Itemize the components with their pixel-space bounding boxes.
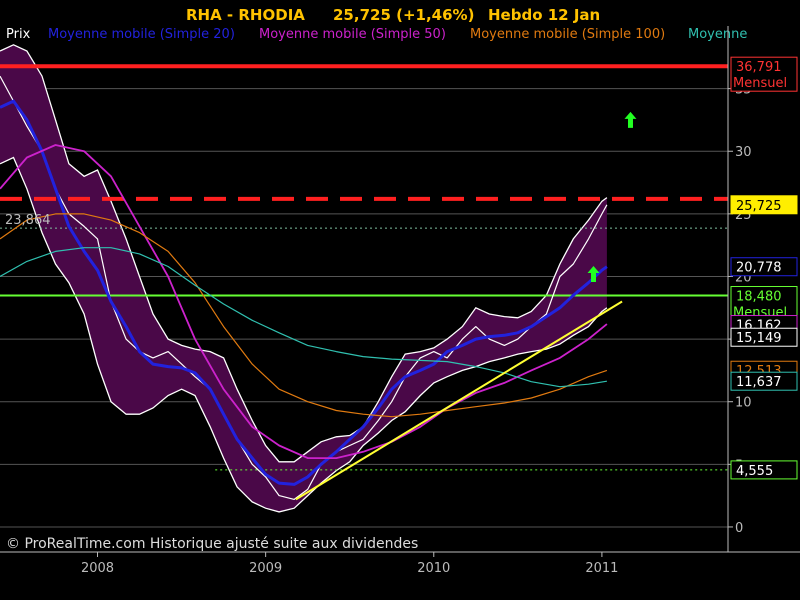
y-tick-label: 30 bbox=[735, 145, 752, 160]
price-change: 25,725 (+1,46%) bbox=[333, 6, 474, 24]
price-label-value: 25,725 bbox=[736, 199, 782, 214]
y-tick-label: 10 bbox=[735, 396, 752, 411]
price-label-sub: Mensuel bbox=[733, 76, 787, 91]
x-tick-label: 2009 bbox=[249, 561, 282, 576]
price-label-value: 4,555 bbox=[736, 464, 773, 479]
legend: Prix Moyenne mobile (Simple 20) Moyenne … bbox=[6, 27, 747, 42]
x-tick-label: 2008 bbox=[81, 561, 114, 576]
chart-title: RHA - RHODIA bbox=[186, 6, 305, 24]
left-annotation: 23,864 bbox=[5, 213, 51, 228]
chart-window: RHA - RHODIA 25,725 (+1,46%) Hebdo 12 Ja… bbox=[0, 0, 800, 600]
price-chart: RHA - RHODIA 25,725 (+1,46%) Hebdo 12 Ja… bbox=[0, 0, 800, 600]
copyright-text: © ProRealTime.com Historique ajusté suit… bbox=[6, 536, 418, 552]
price-label-value: 18,480 bbox=[736, 290, 782, 305]
y-tick-label: 0 bbox=[735, 521, 743, 536]
price-label-value: 15,149 bbox=[736, 331, 782, 346]
legend-item-ma20: Moyenne mobile (Simple 20) bbox=[48, 27, 235, 42]
legend-item-ma100: Moyenne mobile (Simple 100) bbox=[470, 27, 665, 42]
legend-item-ma50: Moyenne mobile (Simple 50) bbox=[259, 27, 446, 42]
price-label-value: 11,637 bbox=[736, 375, 782, 390]
legend-item-ma-other: Moyenne bbox=[688, 27, 747, 42]
price-label-value: 20,778 bbox=[736, 261, 782, 276]
legend-item-price: Prix bbox=[6, 27, 31, 42]
period-label: Hebdo 12 Jan bbox=[488, 6, 600, 24]
x-tick-label: 2010 bbox=[417, 561, 450, 576]
price-label-value: 36,791 bbox=[736, 60, 782, 75]
left-level-label: 23,864 bbox=[5, 213, 51, 228]
x-tick-label: 2011 bbox=[585, 561, 618, 576]
